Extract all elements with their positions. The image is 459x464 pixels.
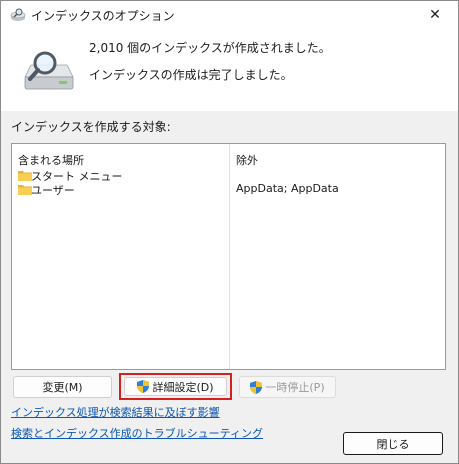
exclude-header: 除外 xyxy=(236,154,258,167)
index-status-text: インデックスの作成は完了しました。 xyxy=(89,68,293,82)
indexed-count-text: 2,010 個のインデックスが作成されました。 xyxy=(89,41,331,55)
modify-button-label: 変更(M) xyxy=(42,381,83,394)
pause-button-label: 一時停止(P) xyxy=(265,381,325,394)
uac-shield-icon xyxy=(250,380,263,394)
list-item[interactable]: ユーザー AppData; AppData xyxy=(12,182,445,198)
troubleshoot-link[interactable]: 検索とインデックス作成のトラブルシューティング xyxy=(11,425,263,441)
folder-icon xyxy=(18,171,32,181)
indexing-options-window: インデックスのオプション ✕ 2,010 個のインデックスが作成されました。 イ… xyxy=(0,0,459,464)
included-locations-header: 含まれる場所 xyxy=(18,154,84,167)
advanced-button-face[interactable]: 詳細設定(D) xyxy=(124,377,227,396)
title-bar: インデックスのオプション ✕ xyxy=(1,1,458,29)
window-title: インデックスのオプション xyxy=(31,9,175,23)
close-icon[interactable]: ✕ xyxy=(412,1,458,29)
close-button[interactable]: 閉じる xyxy=(343,432,443,455)
folder-icon xyxy=(18,185,32,195)
pause-button[interactable]: 一時停止(P) xyxy=(239,376,336,398)
advanced-button-label: 詳細設定(D) xyxy=(152,380,214,394)
advanced-button[interactable]: 詳細設定(D) xyxy=(119,373,232,400)
indexing-options-icon xyxy=(10,8,26,21)
close-button-label: 閉じる xyxy=(376,437,410,451)
modify-button[interactable]: 変更(M) xyxy=(13,376,112,398)
index-locations-label: インデックスを作成する対象: xyxy=(11,120,171,134)
how-indexing-affects-link[interactable]: インデックス処理が検索結果に及ぼす影響 xyxy=(11,404,220,420)
status-area: 2,010 個のインデックスが作成されました。 インデックスの作成は完了しました… xyxy=(1,29,458,111)
location-name: ユーザー xyxy=(31,184,75,197)
drive-magnifier-icon xyxy=(24,51,74,90)
location-exclude: AppData; AppData xyxy=(236,182,339,195)
index-locations-list[interactable]: 含まれる場所 除外 スタート メニュー ユーザー AppData; AppDat… xyxy=(11,143,446,370)
uac-shield-icon xyxy=(137,380,150,393)
